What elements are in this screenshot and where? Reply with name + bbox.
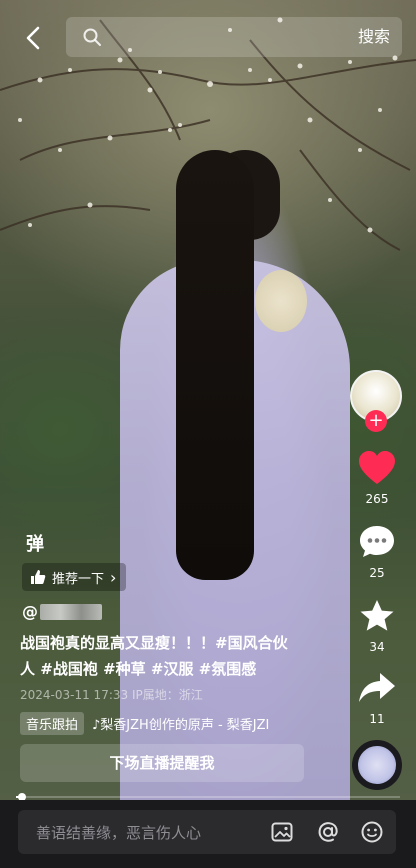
music-disc[interactable] (352, 740, 402, 790)
hashtag-link[interactable]: #战国袍 (40, 660, 98, 678)
share-arrow-icon (359, 673, 395, 702)
caption-text: 战国袍真的显高又显瘦！！！ (20, 634, 216, 652)
heart-icon (359, 451, 395, 484)
author-name-redacted (40, 603, 102, 620)
live-reminder-button[interactable]: 下场直播提醒我 (20, 744, 304, 782)
hashtag-link[interactable]: 人 (20, 660, 35, 678)
recommend-button[interactable]: 推荐一下 › (22, 563, 127, 591)
hashtag-link[interactable]: #氛围感 (199, 660, 257, 678)
hashtag-link[interactable]: #国风合伙 (215, 634, 288, 652)
emoji-icon[interactable] (360, 820, 384, 844)
figure-hair (176, 150, 254, 580)
favorite-count: 34 (369, 640, 385, 654)
round-fan (255, 270, 307, 332)
chevron-left-icon (26, 26, 40, 50)
share-count: 11 (369, 712, 385, 726)
hashtag-link[interactable]: #种草 (103, 660, 146, 678)
at-mention-icon[interactable] (316, 820, 340, 844)
top-bar: 搜索 (0, 14, 416, 60)
search-input[interactable]: 搜索 (66, 17, 402, 57)
like-button[interactable]: 265 (348, 450, 406, 506)
comment-placeholder: 善语结善缘，恶言伤人心 (36, 824, 202, 842)
hashtag-link[interactable]: #汉服 (151, 660, 194, 678)
thumbs-up-icon (31, 570, 46, 584)
recommend-label: 推荐一下 (52, 571, 105, 587)
danmu-toggle[interactable]: 弹 (26, 530, 44, 556)
post-caption: 战国袍真的显高又显瘦！！！#国风合伙 人 #战国袍 #种草 #汉服 #氛围感 (20, 630, 338, 682)
search-button[interactable]: 搜索 (358, 25, 390, 49)
bottom-bar: 善语结善缘，恶言伤人心 (0, 800, 416, 868)
music-row[interactable]: 音乐跟拍 ♪梨香JZH创作的原声 - 梨香JZI (20, 711, 269, 735)
star-icon (360, 600, 394, 631)
video-screen[interactable]: 搜索 + 265 25 34 11 弹 推荐一下 › @ 战国袍真的显高又显瘦！… (0, 0, 416, 868)
music-follow-tag[interactable]: 音乐跟拍 (20, 711, 85, 735)
playback-progress[interactable] (16, 793, 400, 801)
back-button[interactable] (18, 22, 50, 54)
post-meta: 2024-03-11 17:33 IP属地：浙江 (20, 688, 203, 702)
comment-button[interactable]: 25 (348, 524, 406, 580)
author-name[interactable]: @ (22, 602, 102, 621)
follow-button[interactable]: + (365, 410, 387, 432)
chevron-right-icon: › (110, 567, 117, 587)
comment-icon (360, 526, 394, 557)
like-count: 265 (365, 492, 389, 506)
author-at-sign: @ (22, 602, 38, 621)
music-title[interactable]: ♪梨香JZH创作的原声 - 梨香JZI (92, 714, 269, 733)
favorite-button[interactable]: 34 (348, 598, 406, 654)
search-icon (83, 28, 101, 46)
share-button[interactable]: 11 (348, 670, 406, 726)
comment-count: 25 (369, 566, 385, 580)
image-icon[interactable] (270, 820, 294, 844)
comment-input[interactable]: 善语结善缘，恶言伤人心 (18, 810, 396, 854)
